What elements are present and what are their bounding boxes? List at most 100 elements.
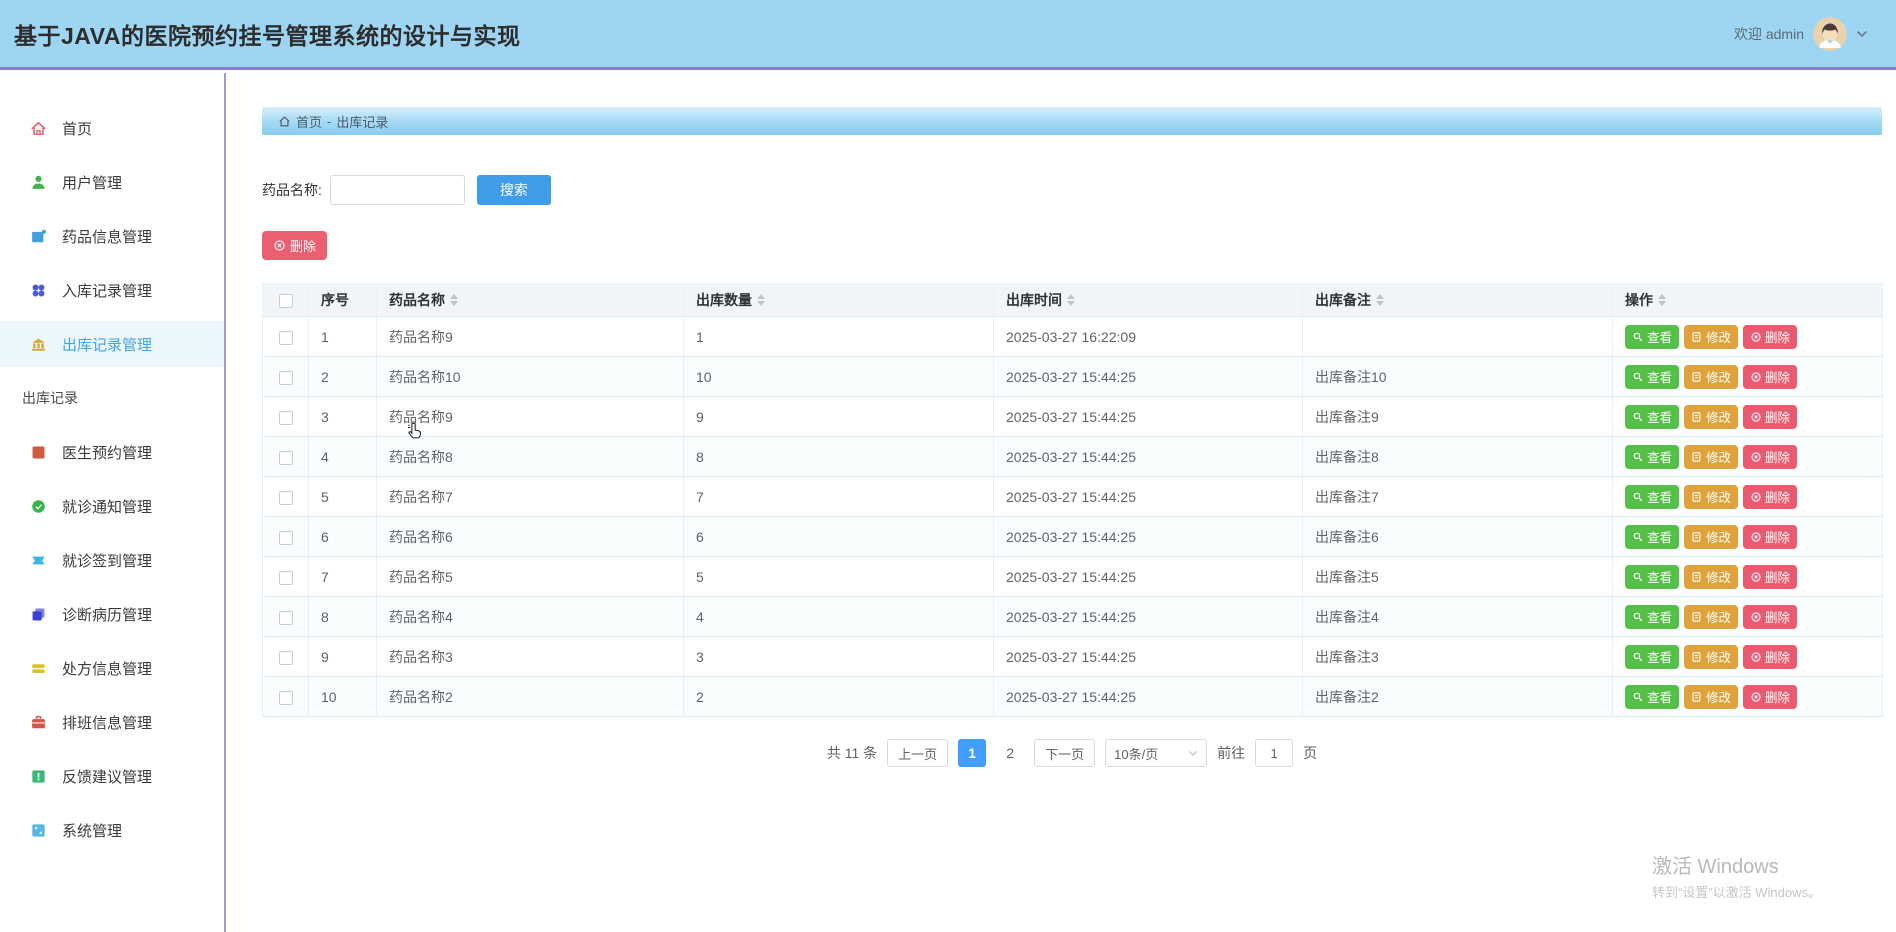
row-checkbox[interactable] [279,491,293,505]
sidebar-item-schedule[interactable]: 排班信息管理 [0,699,224,745]
table-row: 6 药品名称6 6 2025-03-27 15:44:25 出库备注6 查看 修… [263,517,1883,557]
records-table: 序号 药品名称 出库数量 出库时间 出库备注 操作 1 药品名称9 1 2025… [262,283,1883,717]
page-number-1[interactable]: 1 [958,739,986,767]
sidebar-item-prescription[interactable]: 处方信息管理 [0,645,224,691]
table-row: 3 药品名称9 9 2025-03-27 15:44:25 出库备注9 查看 修… [263,397,1883,437]
sidebar-item-outbound-records[interactable]: 出库记录管理 [0,321,224,367]
cell-time: 2025-03-27 15:44:25 [994,477,1303,517]
row-checkbox[interactable] [279,451,293,465]
view-button[interactable]: 查看 [1625,565,1679,589]
cell-name: 药品名称9 [377,397,684,437]
sidebar-item-home[interactable]: 首页 [0,105,224,151]
welcome-text: 欢迎 admin [1734,24,1804,44]
view-button[interactable]: 查看 [1625,525,1679,549]
sidebar-item-visit-notice[interactable]: 就诊通知管理 [0,483,224,529]
search-bar: 药品名称: 搜索 [262,175,1882,205]
cell-note: 出库备注2 [1303,677,1613,717]
avatar[interactable] [1813,17,1847,51]
sidebar-item-label: 系统管理 [62,820,122,841]
sort-caret[interactable] [1658,294,1666,306]
delete-button[interactable]: 删除 [1743,445,1797,469]
edit-button[interactable]: 修改 [1684,645,1738,669]
cell-no: 1 [309,317,377,357]
select-all-checkbox[interactable] [279,294,293,308]
edit-icon [1691,491,1703,503]
sidebar-item-doctor-appointment[interactable]: 医生预约管理 [0,429,224,475]
edit-button[interactable]: 修改 [1684,445,1738,469]
magnifier-icon [1632,611,1644,623]
sidebar-item-diagnosis-record[interactable]: 诊断病历管理 [0,591,224,637]
view-button[interactable]: 查看 [1625,685,1679,709]
batch-delete-label: 删除 [290,236,316,255]
cell-no: 3 [309,397,377,437]
total-count: 共 11 条 [827,743,877,763]
row-checkbox[interactable] [279,651,293,665]
row-checkbox[interactable] [279,611,293,625]
cell-name: 药品名称6 [377,517,684,557]
feedback-icon [30,768,47,785]
magnifier-icon [1632,371,1644,383]
batch-delete-button[interactable]: 删除 [262,231,327,260]
sort-caret[interactable] [1376,294,1384,306]
magnifier-icon [1632,531,1644,543]
page-number-2[interactable]: 2 [996,739,1024,767]
edit-button[interactable]: 修改 [1684,605,1738,629]
delete-button[interactable]: 删除 [1743,605,1797,629]
view-button[interactable]: 查看 [1625,645,1679,669]
edit-button[interactable]: 修改 [1684,565,1738,589]
view-button[interactable]: 查看 [1625,445,1679,469]
delete-button[interactable]: 删除 [1743,485,1797,509]
goto-page-input[interactable] [1255,739,1293,767]
sidebar-item-feedback[interactable]: 反馈建议管理 [0,753,224,799]
visit-notice-icon [30,498,47,515]
view-button[interactable]: 查看 [1625,365,1679,389]
search-input[interactable] [330,175,465,205]
sidebar-item-users[interactable]: 用户管理 [0,159,224,205]
table-row: 7 药品名称5 5 2025-03-27 15:44:25 出库备注5 查看 修… [263,557,1883,597]
row-checkbox[interactable] [279,411,293,425]
prev-page-button[interactable]: 上一页 [887,739,948,767]
sidebar-item-system[interactable]: 系统管理 [0,807,224,853]
edit-button[interactable]: 修改 [1684,405,1738,429]
col-header-time: 出库时间 [994,284,1303,317]
row-checkbox[interactable] [279,571,293,585]
chevron-down-icon[interactable] [1856,30,1868,38]
search-button[interactable]: 搜索 [477,175,551,205]
page-size-select[interactable]: 10条/页 [1105,739,1207,767]
delete-button[interactable]: 删除 [1743,365,1797,389]
magnifier-icon [1632,451,1644,463]
view-button[interactable]: 查看 [1625,325,1679,349]
cell-qty: 7 [684,477,994,517]
sort-caret[interactable] [1067,294,1075,306]
sidebar-item-inbound-records[interactable]: 入库记录管理 [0,267,224,313]
delete-button[interactable]: 删除 [1743,525,1797,549]
edit-button[interactable]: 修改 [1684,485,1738,509]
col-header-ops: 操作 [1613,284,1883,317]
edit-icon [1691,571,1703,583]
delete-button[interactable]: 删除 [1743,645,1797,669]
edit-button[interactable]: 修改 [1684,365,1738,389]
row-checkbox[interactable] [279,331,293,345]
sidebar-item-visit-checkin[interactable]: 就诊签到管理 [0,537,224,583]
row-checkbox[interactable] [279,371,293,385]
row-checkbox[interactable] [279,531,293,545]
edit-button[interactable]: 修改 [1684,525,1738,549]
delete-button[interactable]: 删除 [1743,565,1797,589]
next-page-button[interactable]: 下一页 [1034,739,1095,767]
view-button[interactable]: 查看 [1625,405,1679,429]
sidebar-item-drug-info[interactable]: 药品信息管理 [0,213,224,259]
view-button[interactable]: 查看 [1625,485,1679,509]
delete-button[interactable]: 删除 [1743,405,1797,429]
row-checkbox[interactable] [279,691,293,705]
edit-button[interactable]: 修改 [1684,685,1738,709]
sort-caret[interactable] [757,294,765,306]
sidebar-item-label: 药品信息管理 [62,226,152,247]
view-button[interactable]: 查看 [1625,605,1679,629]
schedule-icon [30,714,47,731]
delete-button[interactable]: 删除 [1743,325,1797,349]
breadcrumb-home-link[interactable]: 首页 [296,112,322,131]
delete-button[interactable]: 删除 [1743,685,1797,709]
edit-button[interactable]: 修改 [1684,325,1738,349]
sort-caret[interactable] [450,294,458,306]
inbound-records-icon [30,282,47,299]
